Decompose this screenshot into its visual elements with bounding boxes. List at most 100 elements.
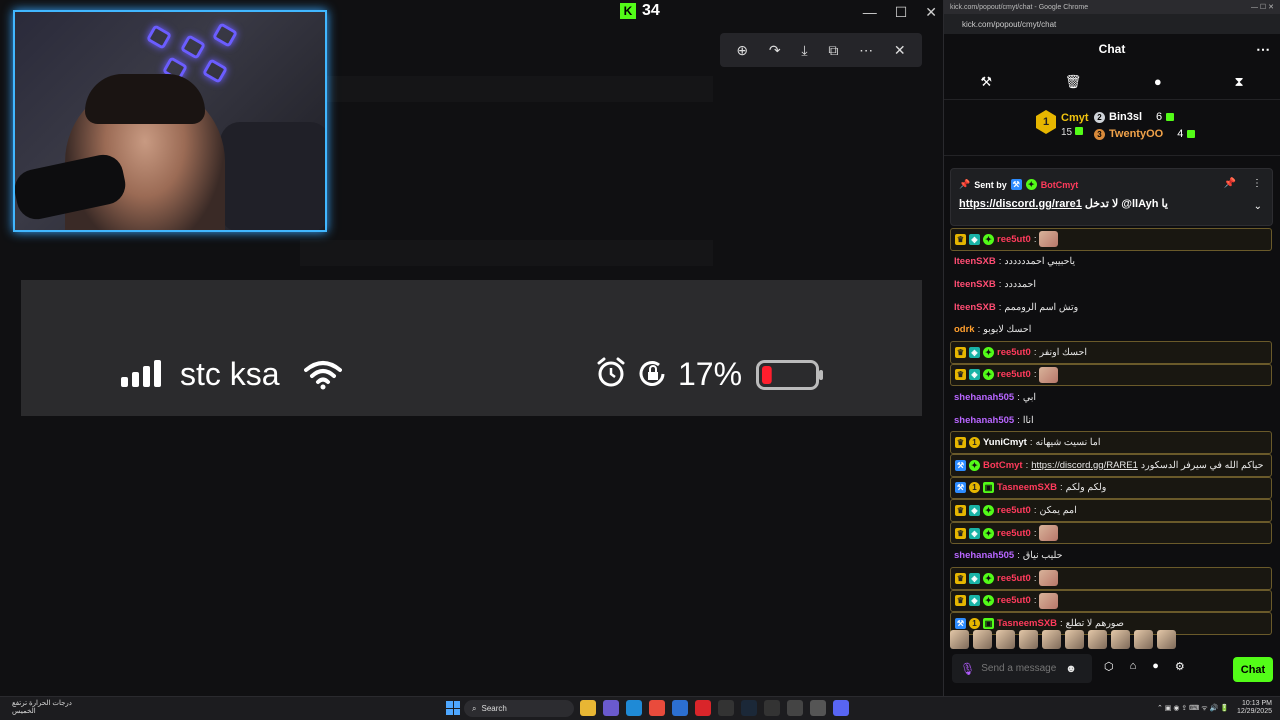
taskbar-search[interactable]: ⌕ Search [464, 700, 574, 717]
open-external-icon[interactable]: ⧉ [828, 42, 838, 59]
chat-username[interactable]: ree5ut0 [997, 505, 1031, 516]
start-button[interactable] [446, 701, 460, 715]
chat-username[interactable]: ree5ut0 [997, 528, 1031, 539]
message-link[interactable]: https://discord.gg/RARE1 [1031, 460, 1138, 471]
chat-username[interactable]: lteenSXB [954, 279, 996, 290]
slow-mode-icon[interactable]: ⧗ [1234, 74, 1243, 90]
mail-icon[interactable] [672, 700, 688, 716]
kicks-icon[interactable]: ⬡ [1104, 660, 1114, 673]
app-icon[interactable] [695, 700, 711, 716]
weather-widget[interactable]: درجات الحرارة ترتفع الخميس [12, 700, 72, 716]
message-field[interactable] [981, 663, 1060, 674]
alarm-icon [597, 357, 625, 387]
chat-username[interactable]: BotCmyt [983, 460, 1023, 471]
more-icon[interactable]: ⋯ [859, 42, 873, 59]
chat-username[interactable]: ree5ut0 [997, 595, 1031, 606]
emote[interactable] [1042, 629, 1061, 649]
chat-username[interactable]: YuniCmyt [983, 437, 1027, 448]
emote[interactable] [1157, 629, 1176, 649]
file-explorer-icon[interactable] [580, 700, 596, 716]
send-chat-button[interactable]: Chat [1233, 657, 1273, 682]
chat-username[interactable]: ree5ut0 [997, 234, 1031, 245]
emote[interactable] [996, 629, 1015, 649]
mic-icon[interactable]: 🎙 [960, 662, 975, 676]
chat-message[interactable]: lteenSXB: ياحبيبي احمدددددد [950, 251, 1272, 274]
pinned-header: 📌 Sent by ⚒ ✦ BotCmyt [959, 179, 1079, 190]
chat-username[interactable]: odrk [954, 324, 975, 335]
chat-bubble-icon[interactable]: ● [1154, 74, 1162, 89]
trash-icon[interactable]: 🗑 [1065, 74, 1082, 90]
emote[interactable] [973, 629, 992, 649]
chat-message[interactable]: lteenSXB: وتش اسم الروممم [950, 296, 1272, 319]
app-icon[interactable] [787, 700, 803, 716]
share-icon[interactable]: ↷ [769, 42, 781, 59]
app-icon[interactable] [764, 700, 780, 716]
chat-message[interactable]: odrk: احسك لابوبو [950, 318, 1272, 341]
app-icon[interactable] [718, 700, 734, 716]
clock[interactable]: 10:13 PM 12/29/2025 [1237, 700, 1272, 716]
chat-username[interactable]: shehanah505 [954, 392, 1014, 403]
chat-message[interactable]: lteenSXB: احمدددد [950, 273, 1272, 296]
steam-icon[interactable] [741, 700, 757, 716]
chat-username[interactable]: shehanah505 [954, 415, 1014, 426]
discord-icon[interactable] [833, 700, 849, 716]
gift-leaderboard[interactable]: 1 Cmyt 15 2 Bin3sl 6 3 TwentyOO 4 [944, 100, 1280, 156]
chat-input[interactable]: 🎙 ☻ [952, 654, 1092, 683]
emote[interactable] [1134, 629, 1153, 649]
pinned-more-icon[interactable]: ⋮ [1252, 178, 1262, 189]
unpin-icon[interactable]: 📌 [1224, 178, 1236, 189]
minimize-icon[interactable]: — [863, 4, 877, 21]
chat-message[interactable]: ♛ ◈ ✦ ree5ut0: [950, 566, 1272, 590]
close-icon[interactable]: ✕ [925, 4, 937, 21]
store-icon[interactable]: ⌂ [1130, 660, 1137, 673]
chrome-url: kick.com/popout/cmyt/chat [962, 19, 1057, 29]
ban-hammer-icon[interactable]: ⚒ [980, 74, 992, 90]
emote[interactable] [1088, 629, 1107, 649]
chat-options-icon[interactable]: ● [1152, 660, 1159, 673]
chrome-url-bar[interactable]: kick.com/popout/cmyt/chat [944, 14, 1280, 34]
chat-message[interactable]: ⚒ ✦ BotCmyt: https://discord.gg/RARE1 حياكم … [950, 453, 1272, 477]
edge-icon[interactable] [626, 700, 642, 716]
chat-username[interactable]: lteenSXB [954, 256, 996, 267]
chrome-window-controls[interactable]: — ☐ ✕ [1251, 3, 1274, 11]
streamer-hair [85, 74, 205, 124]
chat-message[interactable]: shehanah505: ابي [950, 386, 1272, 409]
chat-settings-icon[interactable]: ⋯ [1256, 41, 1270, 58]
gear-icon[interactable]: ⚙ [1175, 660, 1185, 673]
emote[interactable] [1019, 629, 1038, 649]
chat-message[interactable]: shehanah505: حليب نياق [950, 544, 1272, 567]
chat-message[interactable]: ♛ ◈ ✦ ree5ut0: احسك اونفر [950, 340, 1272, 364]
app-icon[interactable] [603, 700, 619, 716]
close-viewer-icon[interactable]: ✕ [894, 42, 906, 59]
maximize-icon[interactable]: ☐ [895, 4, 908, 21]
tray-icons[interactable]: ⌃ ▣ ◉ ⇪ ⌨ ᯤ 🔊 🔋 [1157, 704, 1229, 713]
chat-username[interactable]: TasneemSXB [997, 482, 1057, 493]
chat-username[interactable]: ree5ut0 [997, 573, 1031, 584]
chat-message[interactable]: ⚒ 1 ▣ TasneemSXB: ولكم ولكم [950, 476, 1272, 500]
zoom-icon[interactable]: ⊕ [736, 42, 748, 59]
emote[interactable] [950, 629, 969, 649]
chat-message[interactable]: ♛ ◈ ✦ ree5ut0: امم يمكن [950, 499, 1272, 522]
download-icon[interactable]: ⤓ [801, 42, 807, 59]
chrome-icon[interactable] [649, 700, 665, 716]
pinned-message[interactable]: 📌 Sent by ⚒ ✦ BotCmyt https://discord.gg… [950, 168, 1273, 226]
emote[interactable] [1111, 629, 1130, 649]
chat-message[interactable]: ♛ ◈ ✦ ree5ut0: [950, 589, 1272, 613]
chat-message[interactable]: ♛ ◈ ✦ ree5ut0: [950, 521, 1272, 545]
chat-message[interactable]: ♛ 1 YuniCmyt: اما نسيت شيهانه [950, 431, 1272, 454]
mod-badge-icon: ⚒ [955, 482, 966, 494]
vip-badge-icon: ◈ [969, 595, 980, 607]
chat-username[interactable]: lteenSXB [954, 302, 996, 313]
expand-chevron-icon[interactable]: ⌄ [1254, 201, 1262, 212]
message-text: اناا [1022, 414, 1034, 426]
chat-username[interactable]: ree5ut0 [997, 369, 1031, 380]
chat-username[interactable]: ree5ut0 [997, 347, 1031, 358]
chat-message[interactable]: ♛ ◈ ✦ ree5ut0: [950, 228, 1272, 251]
emoji-icon[interactable]: ☻ [1065, 663, 1077, 675]
chat-username[interactable]: shehanah505 [954, 550, 1014, 561]
chat-message[interactable]: shehanah505: اناا [950, 409, 1272, 432]
app-icon[interactable] [810, 700, 826, 716]
chat-message[interactable]: ♛ ◈ ✦ ree5ut0: [950, 363, 1272, 387]
pinned-link[interactable]: https://discord.gg/rare1 [959, 198, 1082, 210]
emote[interactable] [1065, 629, 1084, 649]
